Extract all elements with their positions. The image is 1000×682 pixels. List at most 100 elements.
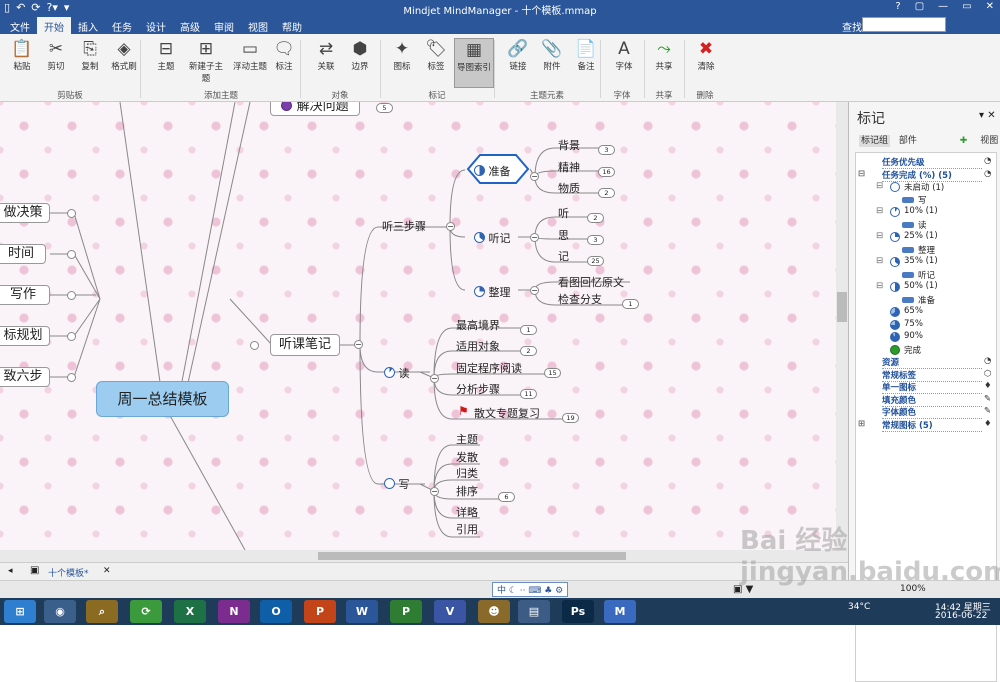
- expand-icon[interactable]: ⊞: [858, 419, 865, 429]
- window-control-button[interactable]: ?: [895, 1, 900, 12]
- pin-icon[interactable]: ▾ ✕: [979, 110, 996, 121]
- collapse-toggle[interactable]: −: [530, 172, 539, 181]
- ribbon-button-subtopic[interactable]: ⊞ 新建子主题: [186, 38, 226, 88]
- taskbar-app-button[interactable]: P: [390, 600, 422, 623]
- marker-row[interactable]: 50% (1) ⊟: [856, 281, 996, 293]
- collapse-toggle[interactable]: [250, 341, 259, 350]
- topic-left[interactable]: 做决策: [0, 203, 50, 223]
- marker-row[interactable]: 填充颜色 ✎: [856, 394, 996, 407]
- marker-row[interactable]: 读: [856, 219, 996, 231]
- taskbar-app-button[interactable]: ▤: [518, 600, 550, 623]
- marker-row[interactable]: 字体颜色 ✎: [856, 406, 996, 419]
- taskbar-app-button[interactable]: M: [604, 600, 636, 623]
- marker-row[interactable]: 未启动 (1) ⊟: [856, 181, 996, 193]
- collapse-icon[interactable]: ⊟: [876, 206, 883, 216]
- subtopic[interactable]: 记: [558, 248, 569, 264]
- search-input[interactable]: [862, 17, 946, 32]
- collapse-icon[interactable]: ⊟: [876, 231, 883, 241]
- subtopic[interactable]: 发散: [456, 449, 478, 465]
- collapse-toggle[interactable]: [67, 373, 76, 382]
- tab-parts[interactable]: 部件: [899, 136, 917, 146]
- taskbar-app-button[interactable]: X: [174, 600, 206, 623]
- collapse-toggle[interactable]: −: [430, 487, 439, 496]
- topic-left[interactable]: 致六步: [0, 367, 50, 387]
- marker-row[interactable]: 单一图标 ♦: [856, 381, 996, 394]
- ribbon-button-callout[interactable]: 🗨 标注: [264, 38, 304, 88]
- horizontal-scrollbar[interactable]: [0, 550, 848, 562]
- taskbar-app-button[interactable]: ⟳: [130, 600, 162, 623]
- topic-read[interactable]: 读: [384, 365, 410, 381]
- marker-row[interactable]: 75%: [856, 319, 996, 331]
- subtopic[interactable]: 主题: [456, 431, 478, 447]
- marker-row[interactable]: 10% (1) ⊟: [856, 206, 996, 218]
- collapse-toggle[interactable]: −: [430, 374, 439, 383]
- subtopic[interactable]: 思: [558, 227, 569, 243]
- tab-view[interactable]: 视图: [980, 136, 998, 146]
- marker-row[interactable]: 常规标签 ⬡: [856, 369, 996, 382]
- scroll-thumb[interactable]: [837, 292, 847, 322]
- marker-row[interactable]: 整理: [856, 244, 996, 256]
- taskbar-app-button[interactable]: ☻: [478, 600, 510, 623]
- topic-left[interactable]: 标规划: [0, 326, 50, 346]
- collapse-toggle[interactable]: −: [530, 233, 539, 242]
- tab-7[interactable]: 视图: [248, 19, 268, 34]
- taskbar-app-button[interactable]: V: [434, 600, 466, 623]
- subtopic[interactable]: 固定程序阅读: [456, 360, 522, 376]
- subtopic[interactable]: 最高境界: [456, 317, 500, 333]
- taskbar-app-button[interactable]: P: [304, 600, 336, 623]
- marker-row[interactable]: 65%: [856, 306, 996, 318]
- topic-partial[interactable]: 解决问题: [270, 102, 360, 116]
- window-control-button[interactable]: ✕: [986, 1, 994, 12]
- marker-row[interactable]: 90%: [856, 331, 996, 343]
- mind-map-canvas[interactable]: 解决问题 5 做决策 时间 写作 标规划 致六步 周一总结模板 听课笔记 − 听三步骤 …: [0, 102, 836, 550]
- marker-row[interactable]: ⊞ 常规图标 (5) ♦: [856, 419, 996, 432]
- subtopic[interactable]: 引用: [456, 521, 478, 537]
- marker-row[interactable]: 任务优先级 ◔: [856, 156, 996, 169]
- topic-write[interactable]: 写: [384, 476, 410, 492]
- topic-organize[interactable]: 整理: [474, 284, 511, 300]
- collapse-toggle[interactable]: [67, 332, 76, 341]
- collapse-toggle[interactable]: −: [530, 286, 539, 295]
- window-controls[interactable]: ? ▢ — ▭ ✕: [895, 1, 994, 12]
- taskbar-app-button[interactable]: W: [346, 600, 378, 623]
- collapse-icon[interactable]: ⊟: [876, 256, 883, 266]
- marker-row[interactable]: 资源 ◔: [856, 356, 996, 369]
- marker-row[interactable]: 准备: [856, 294, 996, 306]
- tab-4[interactable]: 设计: [146, 19, 166, 34]
- ribbon-button-clear[interactable]: ✖ 清除: [686, 38, 726, 88]
- subtopic[interactable]: 精神: [558, 159, 580, 175]
- subtopic[interactable]: 散文专题复习: [474, 405, 540, 421]
- ribbon-button-format-painter[interactable]: ◈ 格式刷: [104, 38, 144, 88]
- collapse-toggle[interactable]: [67, 209, 76, 218]
- subtopic[interactable]: 检查分支: [558, 291, 602, 307]
- ribbon-button-boundary[interactable]: ⬢ 边界: [340, 38, 380, 88]
- subtopic[interactable]: 详略: [456, 504, 478, 520]
- tab-2[interactable]: 插入: [78, 19, 98, 34]
- marker-row[interactable]: 完成: [856, 344, 996, 356]
- tab-marker-groups[interactable]: 标记组: [859, 135, 891, 147]
- subtopic[interactable]: 归类: [456, 465, 478, 481]
- collapse-toggle[interactable]: [67, 291, 76, 300]
- central-topic[interactable]: 周一总结模板: [96, 381, 229, 417]
- window-control-button[interactable]: ▭: [962, 1, 971, 12]
- collapse-toggle[interactable]: [67, 250, 76, 259]
- ribbon-button-topic[interactable]: ⊟ 主题: [146, 38, 186, 88]
- taskbar-app-button[interactable]: ⌕: [86, 600, 118, 623]
- subtopic[interactable]: 看图回忆原文: [558, 274, 624, 290]
- topic-prepare[interactable]: 准备: [474, 163, 511, 179]
- ribbon-button-map-index[interactable]: ▦ 导图索引: [454, 38, 494, 88]
- window-control-button[interactable]: ▢: [915, 1, 924, 12]
- taskbar-app-button[interactable]: N: [218, 600, 250, 623]
- collapse-icon[interactable]: ⊟: [876, 181, 883, 191]
- taskbar-app-button[interactable]: Ps: [562, 600, 594, 623]
- ribbon-button-tag[interactable]: 🏷 标签: [416, 38, 456, 88]
- tab-8[interactable]: 帮助: [282, 19, 302, 34]
- collapse-toggle[interactable]: −: [446, 222, 455, 231]
- scroll-thumb[interactable]: [318, 552, 626, 560]
- tab-scroll-left-icon[interactable]: ◂: [8, 566, 13, 576]
- vertical-scrollbar[interactable]: [836, 102, 848, 550]
- topic-left[interactable]: 写作: [0, 285, 50, 305]
- subtopic[interactable]: 适用对象: [456, 338, 500, 354]
- taskbar-app-button[interactable]: O: [260, 600, 292, 623]
- ribbon-button-font[interactable]: A 字体: [604, 38, 644, 88]
